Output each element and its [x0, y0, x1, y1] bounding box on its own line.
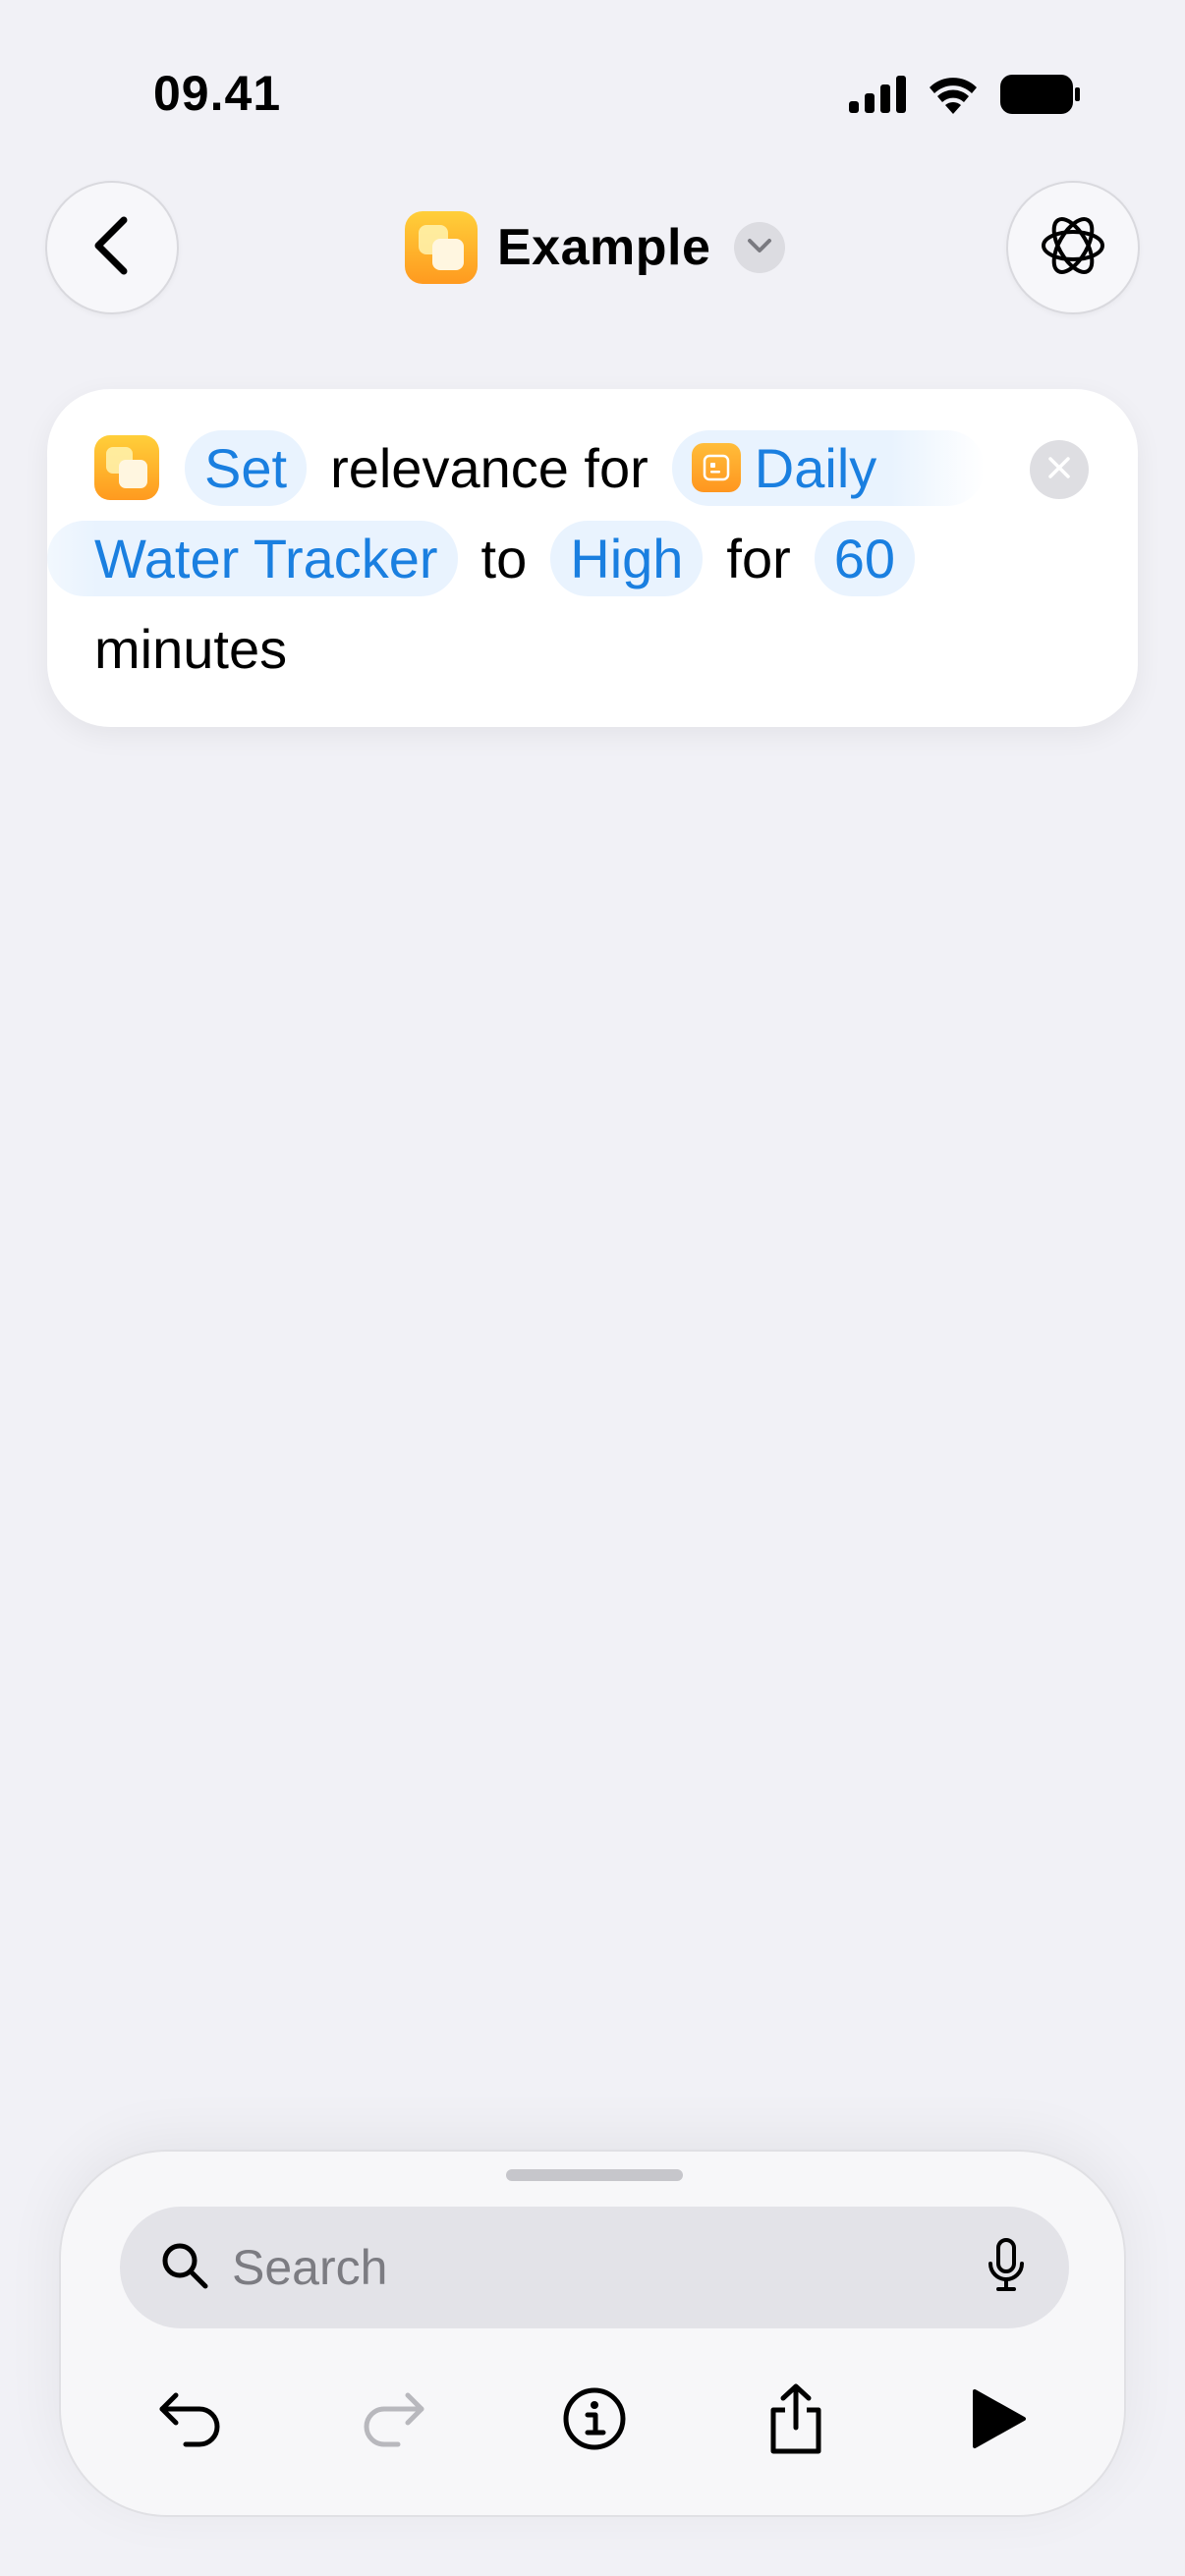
action-text: to — [480, 527, 528, 589]
page-title: Example — [497, 219, 711, 276]
editor-toolbar — [61, 2362, 1128, 2490]
app-parameter-continued[interactable]: Water Tracker — [47, 520, 458, 596]
action-text: for — [726, 527, 791, 589]
duration-parameter[interactable]: 60 — [814, 520, 916, 596]
remove-action-button[interactable] — [1030, 440, 1089, 499]
verb-parameter[interactable]: Set — [185, 429, 308, 506]
action-line-3: minutes — [94, 611, 287, 686]
action-text: relevance for — [330, 436, 649, 499]
daily-water-tracker-icon — [691, 443, 741, 492]
undo-button[interactable] — [132, 2362, 250, 2480]
search-placeholder: Search — [232, 2240, 388, 2295]
cellular-signal-icon — [849, 76, 906, 118]
action-text: minutes — [94, 617, 288, 680]
action-app-icon — [94, 435, 159, 500]
redo-button[interactable] — [334, 2362, 452, 2480]
action-line-1: Set relevance for Daily — [94, 429, 996, 506]
info-icon — [561, 2385, 628, 2457]
action-search-sheet[interactable]: Search — [59, 2150, 1126, 2517]
status-time: 09.41 — [153, 66, 282, 121]
sheet-grabber[interactable] — [506, 2169, 683, 2181]
share-icon — [765, 2382, 826, 2460]
battery-icon — [1000, 75, 1081, 119]
app-parameter-label-part1: Daily — [754, 436, 877, 499]
back-button[interactable] — [45, 181, 179, 314]
action-line-2: Water Tracker to High for 60 — [47, 520, 927, 596]
info-button[interactable] — [536, 2362, 653, 2480]
chevron-down-icon — [747, 238, 772, 258]
shortcut-app-icon — [405, 211, 478, 284]
wifi-icon — [928, 75, 979, 119]
run-button[interactable] — [939, 2362, 1057, 2480]
title-menu-button[interactable] — [734, 222, 786, 273]
level-parameter[interactable]: High — [550, 520, 704, 596]
share-button[interactable] — [737, 2362, 855, 2480]
shortcut-title-menu[interactable]: Example — [405, 210, 786, 285]
apple-intelligence-button[interactable] — [1006, 181, 1140, 314]
search-icon — [159, 2240, 210, 2296]
status-bar: 09.41 — [0, 0, 1185, 187]
search-input[interactable]: Search — [120, 2207, 1069, 2328]
status-icons — [849, 75, 1081, 119]
redo-icon — [359, 2387, 427, 2455]
app-parameter[interactable]: Daily — [671, 429, 986, 506]
action-card[interactable]: Set relevance for Daily Water Tracker to… — [47, 389, 1138, 727]
play-icon — [969, 2387, 1028, 2455]
chevron-left-icon — [90, 214, 134, 282]
apple-intelligence-icon — [1036, 208, 1110, 288]
microphone-icon[interactable] — [987, 2237, 1026, 2298]
undo-icon — [156, 2387, 225, 2455]
close-icon — [1046, 455, 1072, 485]
